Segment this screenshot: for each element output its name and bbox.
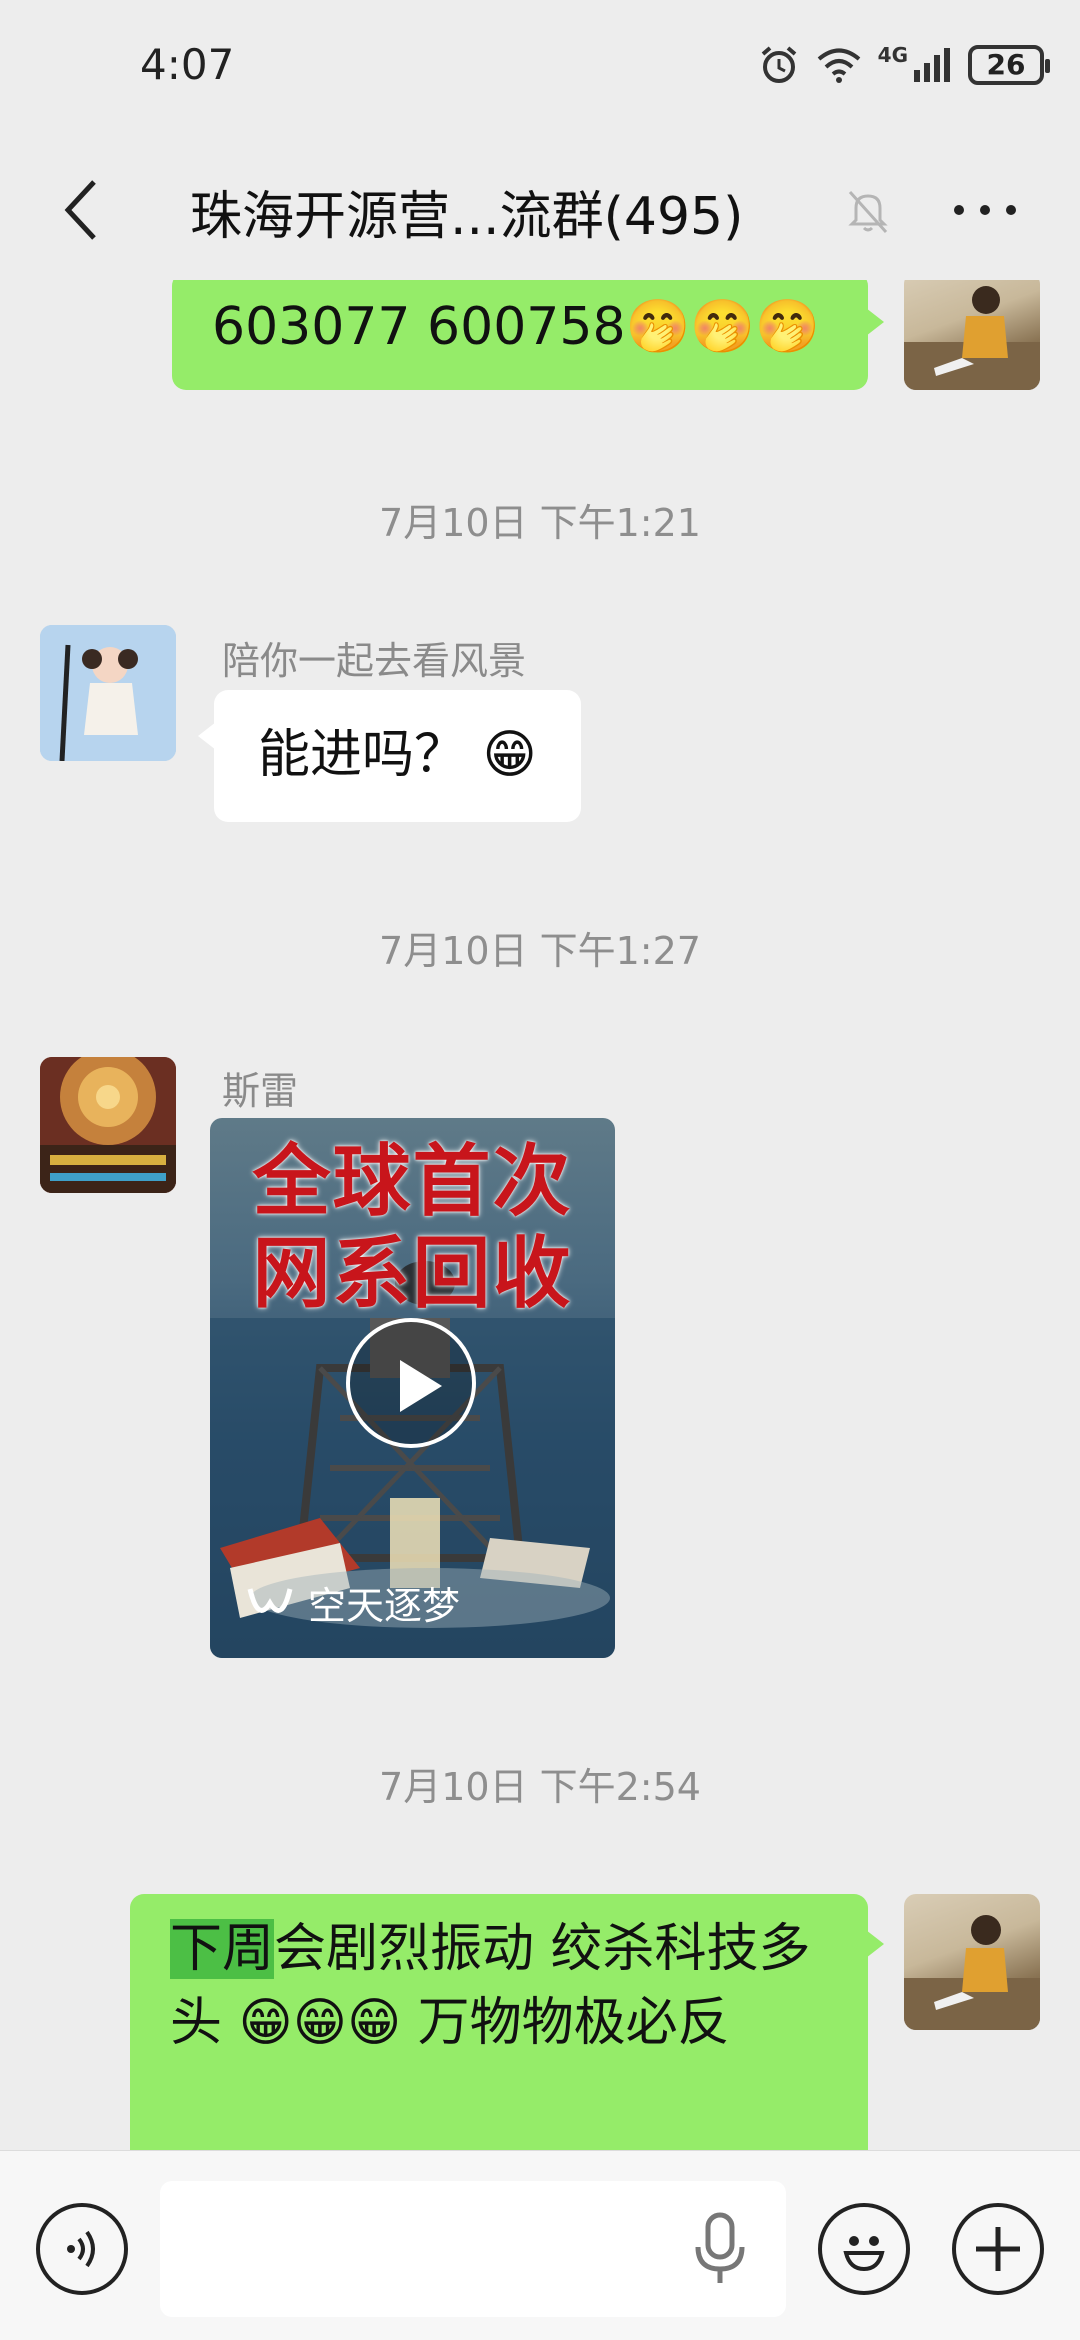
timestamp: 7月10日 下午2:54 <box>379 1765 701 1809</box>
voice-toggle-button[interactable] <box>36 2203 128 2295</box>
message-bubble-self[interactable]: 下周会剧烈振动 绞杀科技多头 😁😁😁 万物物极必反 <box>130 1894 884 2150</box>
chat-title[interactable]: 珠海开源营...流群(495) <box>190 174 743 249</box>
message-bubble-self[interactable]: 603077 600758🤭🤭🤭 <box>172 280 884 390</box>
message-text: 能进吗？ 😁 <box>258 725 537 785</box>
video-message[interactable]: 全球首次 网系回收 空天逐梦 <box>210 1118 615 1658</box>
status-time: 4:07 <box>140 40 235 89</box>
avatar-image <box>40 625 176 761</box>
video-channel-name: 空天逐梦 <box>308 1584 461 1628</box>
channels-logo-icon <box>247 1587 293 1613</box>
video-title-line-1: 全球首次 <box>252 1137 573 1227</box>
video-title: 全球首次 网系回收 <box>210 1136 615 1320</box>
voice-icon <box>67 2230 95 2268</box>
bell-off-icon <box>848 190 888 234</box>
emoji-icon <box>843 2236 885 2272</box>
avatar-image <box>904 286 1040 390</box>
avatar-self[interactable] <box>904 280 1040 390</box>
timestamp: 7月10日 下午1:21 <box>379 501 701 545</box>
timestamp: 7月10日 下午1:27 <box>379 929 701 973</box>
more-actions-button[interactable] <box>952 2203 1044 2295</box>
message-list[interactable]: 603077 600758🤭🤭🤭 7月10日 下午1:21 陪你一起去看风景 能… <box>0 280 1080 2150</box>
network-type: 4G <box>877 43 908 67</box>
emoji-button[interactable] <box>818 2203 910 2295</box>
battery-indicator: 26 <box>968 45 1050 85</box>
message-bubble-other[interactable]: 能进吗？ 😁 <box>198 690 581 822</box>
status-icons: 4G 26 <box>758 43 1050 86</box>
chat-header: 珠海开源营...流群(495) <box>0 140 1080 280</box>
more-icon <box>954 205 964 215</box>
mic-button[interactable] <box>690 2211 750 2287</box>
avatar-other[interactable] <box>40 1057 176 1193</box>
highlighted-text: 下周 <box>170 1919 275 1979</box>
signal-icon <box>914 48 950 82</box>
mic-icon <box>695 2212 745 2283</box>
avatar-other[interactable] <box>40 625 176 761</box>
sender-name: 陪你一起去看风景 <box>222 639 527 683</box>
more-button[interactable] <box>950 180 1020 240</box>
avatar-image <box>904 1915 1040 2030</box>
play-button[interactable] <box>346 1318 476 1448</box>
status-bar: 4:07 4G 26 <box>0 0 1080 140</box>
video-channel: 空天逐梦 <box>246 1575 460 1630</box>
wifi-icon <box>817 48 860 83</box>
chevron-left-icon <box>64 180 96 240</box>
mute-indicator <box>838 180 898 240</box>
input-bar <box>0 2150 1080 2340</box>
video-title-line-2: 网系回收 <box>252 1229 573 1319</box>
plus-icon <box>976 2227 1020 2271</box>
avatar-self[interactable] <box>904 1894 1040 2030</box>
message-text: 603077 600758🤭🤭🤭 <box>212 297 820 357</box>
sender-name: 斯雷 <box>222 1069 299 1113</box>
back-button[interactable] <box>40 170 120 250</box>
avatar-image <box>40 1057 176 1193</box>
alarm-icon <box>761 46 796 83</box>
